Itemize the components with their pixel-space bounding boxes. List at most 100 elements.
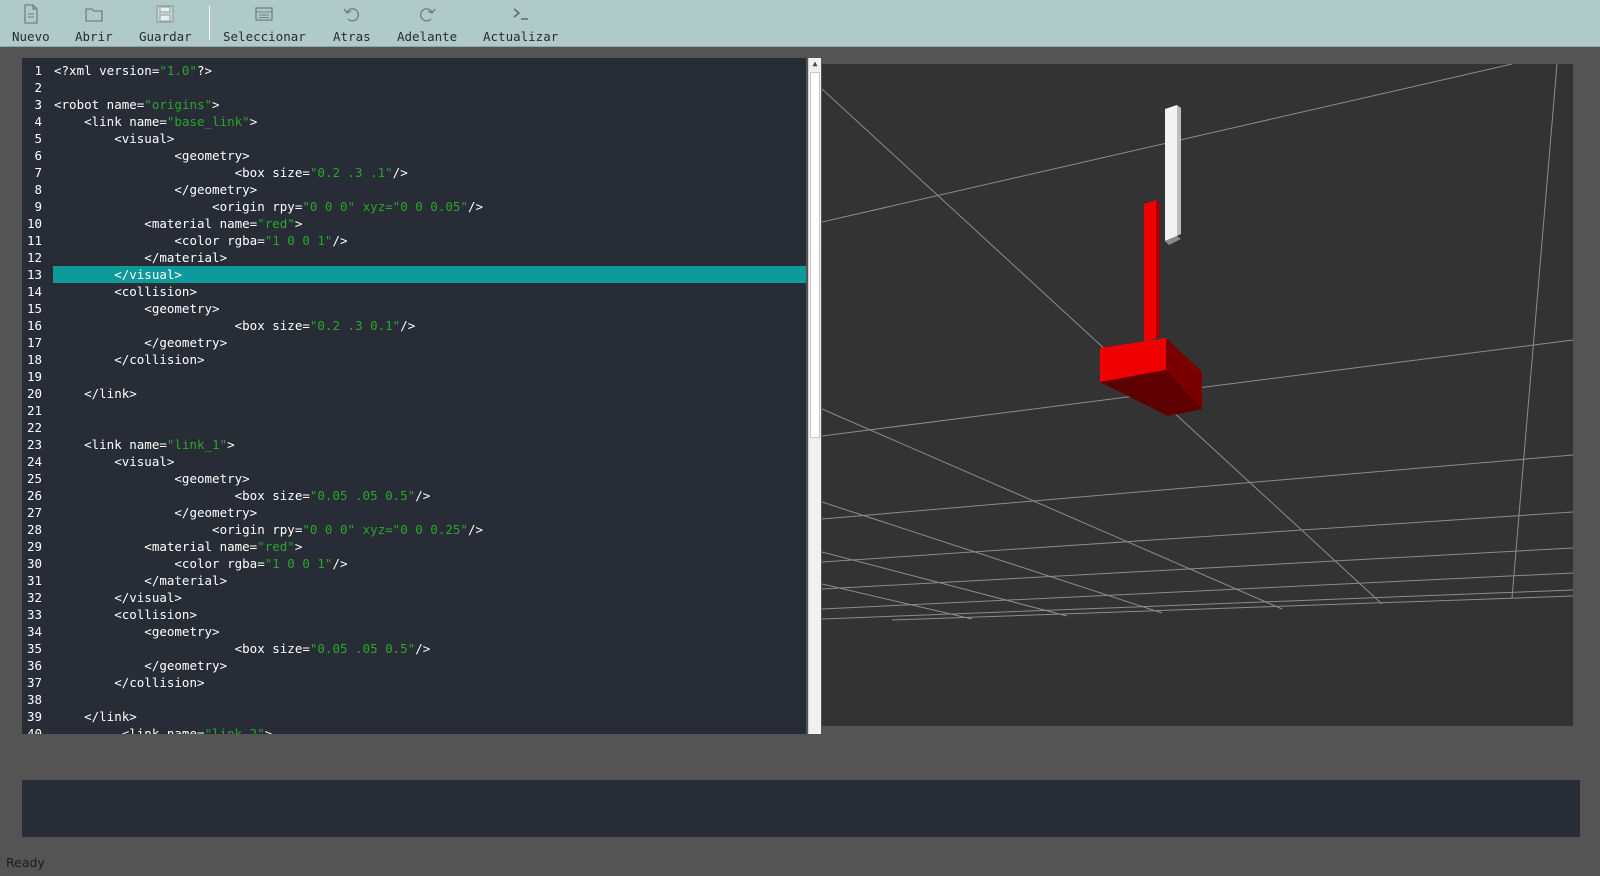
code-token: <link name= bbox=[54, 726, 205, 734]
line-number: 21 bbox=[26, 403, 42, 418]
line-number: 27 bbox=[26, 505, 42, 520]
code-line[interactable]: 6 <geometry> bbox=[22, 147, 806, 164]
code-line[interactable]: 21 bbox=[22, 402, 806, 419]
line-number: 13 bbox=[26, 267, 42, 282]
code-line[interactable]: 18 </collision> bbox=[22, 351, 806, 368]
select-label: Seleccionar bbox=[223, 29, 306, 44]
code-line[interactable]: 17 </geometry> bbox=[22, 334, 806, 351]
code-token: /> bbox=[415, 488, 431, 503]
code-line[interactable]: 28 <origin rpy="0 0 0" xyz="0 0 0.25"/> bbox=[22, 521, 806, 538]
line-number: 16 bbox=[26, 318, 42, 333]
folder-icon bbox=[82, 4, 106, 24]
line-number: 3 bbox=[34, 97, 42, 112]
string-literal: "0.05 .05 0.5" bbox=[309, 488, 416, 503]
code-text: <visual> bbox=[54, 453, 174, 470]
string-literal: "base_link" bbox=[166, 114, 250, 129]
code-line[interactable]: 26 <box size="0.05 .05 0.5"/> bbox=[22, 487, 806, 504]
code-text: <visual> bbox=[54, 130, 174, 147]
back-button[interactable]: Atras bbox=[333, 2, 371, 44]
code-line[interactable]: 36 </geometry> bbox=[22, 657, 806, 674]
code-text: <origin rpy="0 0 0" xyz="0 0 0.05"/> bbox=[54, 198, 483, 215]
code-text: <box size="0.2 .3 .1"/> bbox=[54, 164, 408, 181]
scroll-up-arrow-icon[interactable]: ▲ bbox=[809, 58, 821, 70]
open-label: Abrir bbox=[75, 29, 113, 44]
code-line[interactable]: 7 <box size="0.2 .3 .1"/> bbox=[22, 164, 806, 181]
code-text: </material> bbox=[54, 572, 227, 589]
code-line[interactable]: 40 <link name="link_2"> bbox=[22, 725, 806, 734]
code-line[interactable]: 12 </material> bbox=[22, 249, 806, 266]
code-line[interactable]: 31 </material> bbox=[22, 572, 806, 589]
robot-3d-viewport[interactable] bbox=[821, 63, 1574, 726]
code-line[interactable]: 13 </visual> bbox=[22, 266, 806, 283]
code-line[interactable]: 30 <color rgba="1 0 0 1"/> bbox=[22, 555, 806, 572]
line-number: 31 bbox=[26, 573, 42, 588]
code-token: > bbox=[212, 97, 220, 112]
code-token: > bbox=[294, 216, 303, 231]
forward-button[interactable]: Adelante bbox=[397, 2, 457, 44]
code-line[interactable]: 34 <geometry> bbox=[22, 623, 806, 640]
line-number: 33 bbox=[26, 607, 42, 622]
string-literal: "red" bbox=[257, 539, 295, 554]
code-line[interactable]: 11 <color rgba="1 0 0 1"/> bbox=[22, 232, 806, 249]
code-token: <visual> bbox=[54, 131, 175, 146]
code-token: <robot name= bbox=[54, 97, 145, 112]
line-number: 22 bbox=[26, 420, 42, 435]
code-token: </geometry> bbox=[54, 335, 228, 350]
code-line[interactable]: 2 bbox=[22, 79, 806, 96]
code-token: /> bbox=[332, 556, 348, 571]
code-line[interactable]: 24 <visual> bbox=[22, 453, 806, 470]
code-line[interactable]: 20 </link> bbox=[22, 385, 806, 402]
code-line[interactable]: 23 <link name="link_1"> bbox=[22, 436, 806, 453]
code-line[interactable]: 14 <collision> bbox=[22, 283, 806, 300]
string-literal: "1.0" bbox=[159, 63, 197, 78]
code-text: <?xml version="1.0"?> bbox=[54, 62, 212, 79]
code-editor[interactable]: 1 <?xml version="1.0"?> 2 3 <robot name="ori… bbox=[22, 58, 806, 734]
line-number: 37 bbox=[26, 675, 42, 690]
code-text: <collision> bbox=[54, 283, 197, 300]
scroll-thumb[interactable] bbox=[810, 72, 820, 438]
code-line[interactable]: 25 <geometry> bbox=[22, 470, 806, 487]
line-number: 1 bbox=[34, 63, 42, 78]
code-line[interactable]: 32 </visual> bbox=[22, 589, 806, 606]
code-token: </geometry> bbox=[54, 182, 258, 197]
code-line[interactable]: 22 bbox=[22, 419, 806, 436]
code-token: <box size= bbox=[54, 641, 310, 656]
code-line[interactable]: 10 <material name="red"> bbox=[22, 215, 806, 232]
code-token: <link name= bbox=[54, 437, 167, 452]
code-line[interactable]: 9 <origin rpy="0 0 0" xyz="0 0 0.05"/> bbox=[22, 198, 806, 215]
code-line[interactable]: 35 <box size="0.05 .05 0.5"/> bbox=[22, 640, 806, 657]
code-line[interactable]: 15 <geometry> bbox=[22, 300, 806, 317]
string-literal: "link_1" bbox=[166, 437, 228, 452]
open-button[interactable]: Abrir bbox=[75, 2, 113, 44]
save-button[interactable]: Guardar bbox=[139, 2, 192, 44]
code-line[interactable]: 8 </geometry> bbox=[22, 181, 806, 198]
code-text: </collision> bbox=[54, 351, 204, 368]
code-line[interactable]: 1 <?xml version="1.0"?> bbox=[22, 62, 806, 79]
code-line[interactable]: 38 bbox=[22, 691, 806, 708]
code-text: <material name="red"> bbox=[54, 215, 302, 232]
code-line[interactable]: 27 </geometry> bbox=[22, 504, 806, 521]
code-line[interactable]: 16 <box size="0.2 .3 0.1"/> bbox=[22, 317, 806, 334]
select-button[interactable]: Seleccionar bbox=[223, 2, 306, 44]
line-number: 38 bbox=[26, 692, 42, 707]
code-line[interactable]: 5 <visual> bbox=[22, 130, 806, 147]
code-line[interactable]: 39 </link> bbox=[22, 708, 806, 725]
update-label: Actualizar bbox=[483, 29, 559, 44]
editor-scrollbar[interactable]: ▲ bbox=[808, 58, 821, 734]
code-token: <geometry> bbox=[54, 301, 220, 316]
undo-icon bbox=[340, 4, 364, 24]
code-text: <origin rpy="0 0 0" xyz="0 0 0.25"/> bbox=[54, 521, 483, 538]
output-console[interactable] bbox=[22, 780, 1580, 837]
code-line[interactable]: 19 bbox=[22, 368, 806, 385]
code-line[interactable]: 3 <robot name="origins"> bbox=[22, 96, 806, 113]
code-line[interactable]: 29 <material name="red"> bbox=[22, 538, 806, 555]
ground-grid bbox=[821, 63, 1574, 621]
update-button[interactable]: Actualizar bbox=[483, 2, 558, 44]
code-line[interactable]: 37 </collision> bbox=[22, 674, 806, 691]
new-button[interactable]: Nuevo bbox=[12, 2, 50, 44]
toolbar-separator bbox=[209, 6, 210, 40]
code-token: </collision> bbox=[54, 675, 205, 690]
code-line[interactable]: 33 <collision> bbox=[22, 606, 806, 623]
code-token: /> bbox=[415, 641, 431, 656]
code-line[interactable]: 4 <link name="base_link"> bbox=[22, 113, 806, 130]
